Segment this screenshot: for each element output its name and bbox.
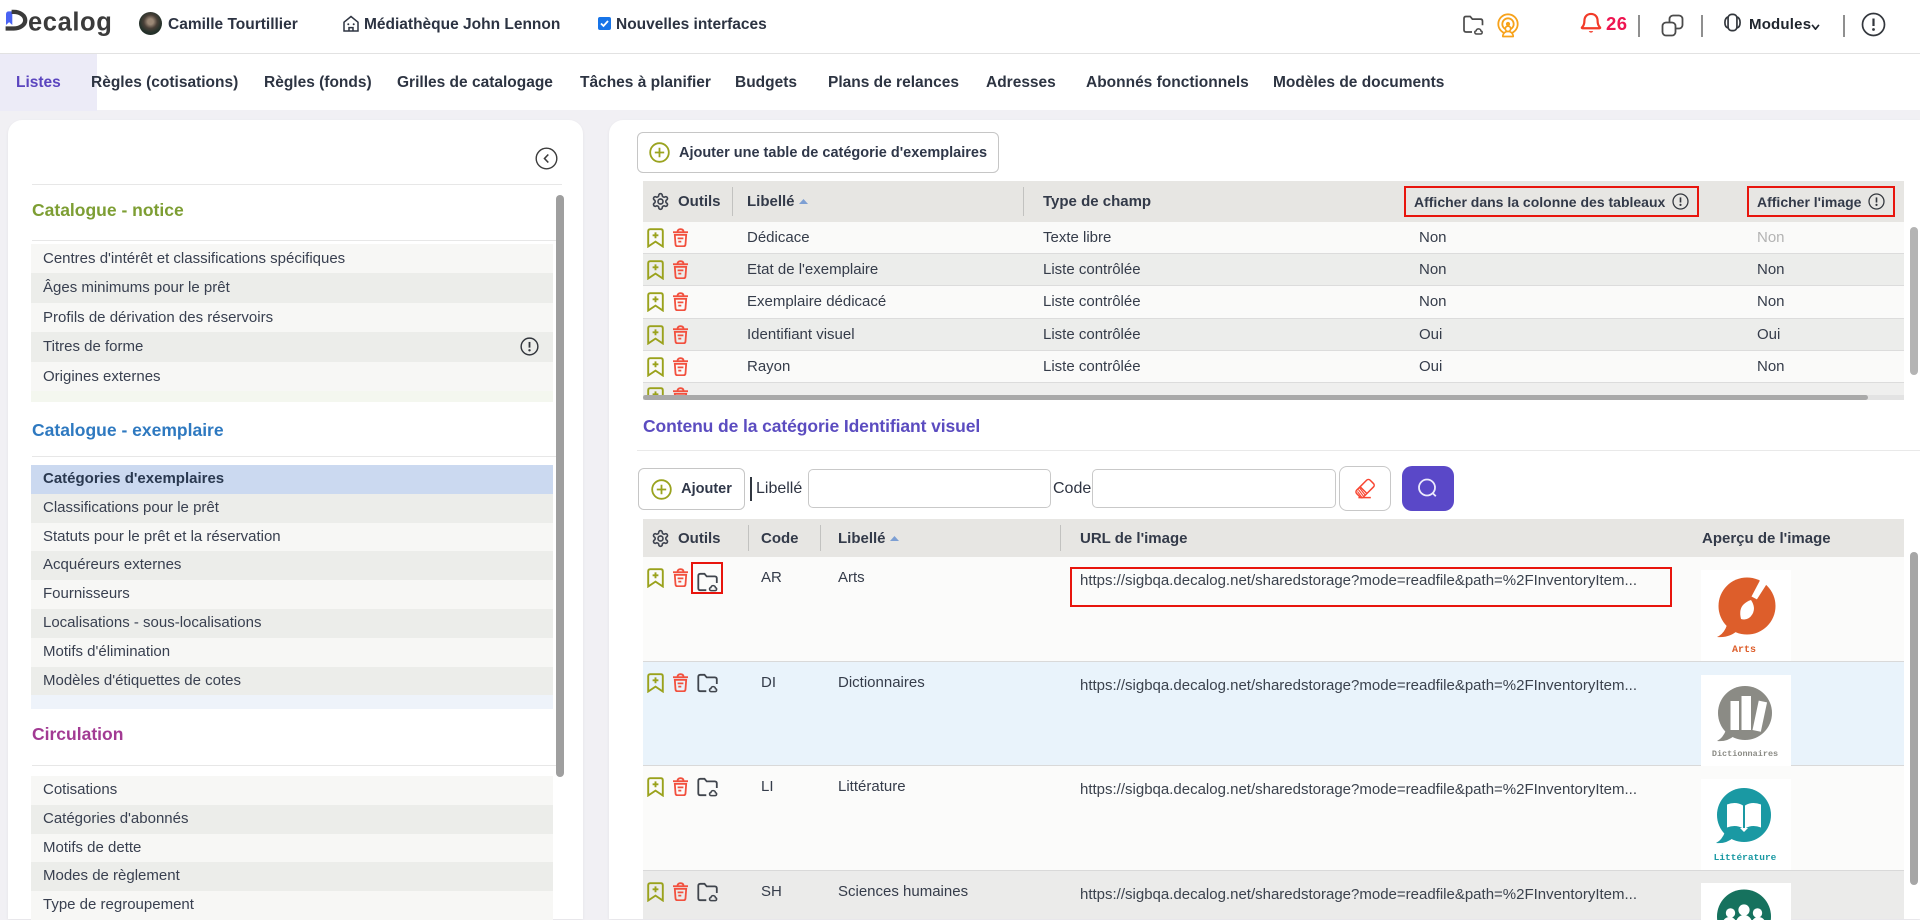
svg-text:Dictionnaires: Dictionnaires bbox=[1712, 749, 1778, 759]
svg-text:ecalog: ecalog bbox=[28, 9, 112, 37]
svg-text:Littérature: Littérature bbox=[1714, 852, 1777, 863]
svg-text:Arts: Arts bbox=[1732, 645, 1756, 656]
